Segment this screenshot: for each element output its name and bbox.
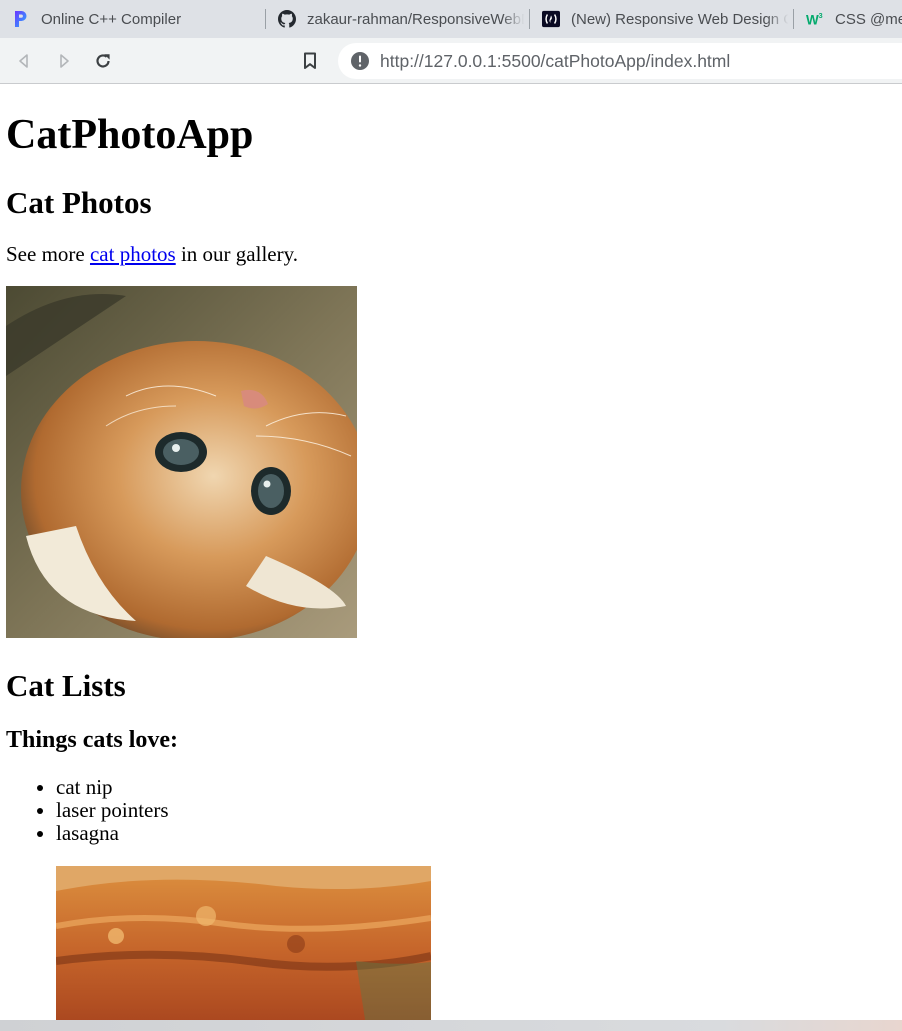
svg-text:3: 3 (819, 11, 823, 20)
github-icon (278, 10, 296, 28)
cat-lists-heading: Cat Lists (6, 668, 126, 703)
tab-title: (New) Responsive Web Design Certificatio… (571, 10, 794, 28)
reload-icon[interactable] (89, 47, 117, 75)
svg-text:W: W (806, 12, 819, 27)
intro-paragraph: See more cat photos in our gallery. (6, 242, 298, 266)
page-content: CatPhotoApp Cat Photos See more cat phot… (0, 84, 902, 1020)
cats-love-list: cat nip laser pointers lasagna (6, 776, 169, 845)
list-item: cat nip (56, 776, 169, 799)
browser-toolbar: http://127.0.0.1:5500/catPhotoApp/index.… (0, 38, 902, 84)
tab-title: zakaur-rahman/ResponsiveWebDesign (307, 10, 530, 28)
programiz-icon (12, 10, 30, 28)
cat-photos-heading: Cat Photos (6, 185, 152, 220)
address-bar[interactable]: http://127.0.0.1:5500/catPhotoApp/index.… (338, 43, 902, 79)
list-item: lasagna (56, 822, 169, 845)
lasagna-image (56, 866, 431, 1020)
tab-online-compiler[interactable]: Online C++ Compiler (0, 0, 266, 38)
tab-freecodecamp[interactable]: (New) Responsive Web Design Certificatio… (530, 0, 794, 38)
url-text: http://127.0.0.1:5500/catPhotoApp/index.… (380, 51, 731, 71)
tab-strip: Online C++ Compiler zakaur-rahman/Respon… (0, 0, 902, 38)
tab-fade (502, 0, 530, 38)
window-bottom-edge (0, 1020, 902, 1031)
bookmark-icon[interactable] (296, 47, 324, 75)
cat-photos-link[interactable]: cat photos (90, 242, 176, 266)
things-cats-love-heading: Things cats love: (6, 727, 179, 753)
tab-w3schools[interactable]: W3 CSS @media Rule (794, 0, 902, 38)
tab-title: Online C++ Compiler (41, 10, 182, 28)
forward-arrow-icon[interactable] (50, 47, 78, 75)
tab-title: CSS @media Rule (835, 10, 902, 28)
back-arrow-icon[interactable] (10, 47, 38, 75)
tab-github-repo[interactable]: zakaur-rahman/ResponsiveWebDesign (266, 0, 530, 38)
w3schools-icon: W3 (806, 10, 824, 28)
list-item: laser pointers (56, 799, 169, 822)
intro-text-after: in our gallery. (175, 242, 298, 266)
info-icon[interactable] (350, 51, 370, 71)
tab-fade (766, 0, 794, 38)
freecodecamp-icon (542, 10, 560, 28)
intro-text-before: See more (6, 242, 90, 266)
cat-image[interactable] (6, 286, 357, 638)
page-title: CatPhotoApp (6, 112, 254, 158)
